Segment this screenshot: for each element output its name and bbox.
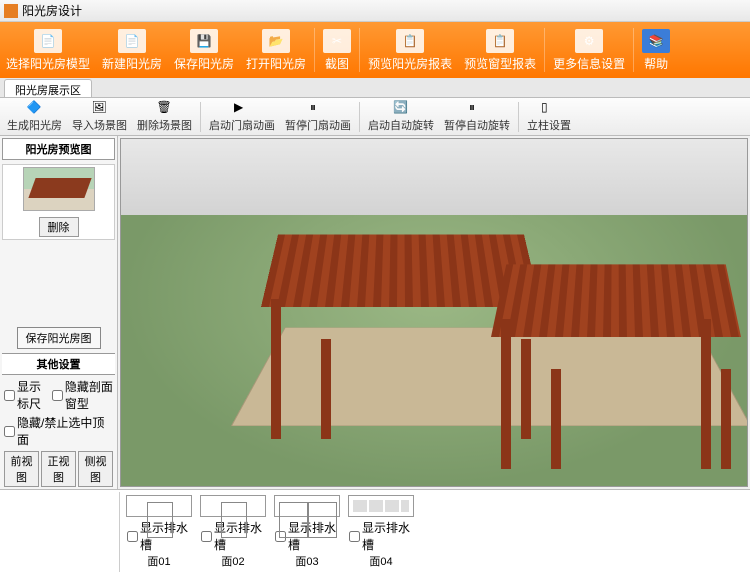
ribbon-preview-report[interactable]: 📋预览阳光房报表	[362, 24, 458, 76]
column-icon: ▯	[541, 100, 557, 116]
chk-ruler[interactable]: 显示标尺	[4, 378, 48, 412]
new-icon: 📄	[118, 29, 146, 53]
import-icon: 🖼	[92, 100, 108, 116]
generate-icon: 🔷	[27, 100, 43, 116]
ribbon-screenshot[interactable]: ✂截图	[317, 24, 357, 76]
tb-start-door-anim[interactable]: ▶启动门扇动画	[204, 99, 280, 134]
face-chk-drain[interactable]: 显示排水槽	[349, 519, 413, 553]
tab-strip: 阳光房展示区	[0, 78, 750, 98]
rotate-icon: 🔄	[393, 100, 409, 116]
pause-icon: ⏸	[469, 100, 485, 116]
tb-pause-rotate[interactable]: ⏸暂停自动旋转	[439, 99, 515, 134]
face-preview	[200, 495, 266, 517]
tb-generate[interactable]: 🔷生成阳光房	[2, 99, 67, 134]
face-preview	[274, 495, 340, 517]
thumbnail-box: 删除	[2, 164, 115, 240]
face-item-02[interactable]: 显示排水槽 面02	[198, 492, 268, 572]
delete-icon: 🗑	[157, 100, 173, 116]
tab-display-area[interactable]: 阳光房展示区	[4, 79, 92, 97]
save-icon: 💾	[190, 29, 218, 53]
ribbon-preview-window-report[interactable]: 📋预览窗型报表	[458, 24, 542, 76]
face-label: 面01	[147, 553, 170, 569]
tb-start-rotate[interactable]: 🔄启动自动旋转	[363, 99, 439, 134]
3d-viewport[interactable]	[120, 138, 748, 487]
ribbon-open[interactable]: 📂打开阳光房	[240, 24, 312, 76]
play-icon: ▶	[234, 100, 250, 116]
face-preview	[348, 495, 414, 517]
face-item-03[interactable]: 显示排水槽 面03	[272, 492, 342, 572]
tb-column-settings[interactable]: ▯立柱设置	[522, 99, 576, 134]
title-bar: 阳光房设计	[0, 0, 750, 22]
open-icon: 📂	[262, 29, 290, 53]
face-item-01[interactable]: 显示排水槽 面01	[124, 492, 194, 572]
btn-ortho-view[interactable]: 正视图	[41, 451, 76, 487]
pergola-model-2	[491, 229, 741, 469]
save-image-button[interactable]: 保存阳光房图	[17, 327, 101, 349]
tb-import-scene[interactable]: 🖼导入场景图	[67, 99, 132, 134]
ribbon-help[interactable]: 📚帮助	[636, 24, 676, 76]
tb-pause-door-anim[interactable]: ⏸暂停门扇动画	[280, 99, 356, 134]
report-icon: 📋	[486, 29, 514, 53]
preview-panel-title: 阳光房预览图	[2, 138, 115, 160]
other-settings-title: 其他设置	[2, 353, 115, 375]
face-label: 面04	[369, 553, 392, 569]
btn-side-view[interactable]: 侧视图	[78, 451, 113, 487]
face-item-04[interactable]: 显示排水槽 面04	[346, 492, 416, 572]
face-strip: 显示排水槽 面01 显示排水槽 面02 显示排水槽 面03 显示排水槽 面04	[0, 489, 750, 574]
settings-icon: ⚙	[575, 29, 603, 53]
face-label: 面03	[295, 553, 318, 569]
camera-icon: ✂	[323, 29, 351, 53]
document-icon: 📄	[34, 29, 62, 53]
app-icon	[4, 4, 18, 18]
delete-thumb-button[interactable]: 删除	[39, 217, 79, 237]
ribbon-select-model[interactable]: 📄选择阳光房模型	[0, 24, 96, 76]
secondary-toolbar: 🔷生成阳光房 🖼导入场景图 🗑删除场景图 ▶启动门扇动画 ⏸暂停门扇动画 🔄启动…	[0, 98, 750, 136]
chk-hide-selected[interactable]: 隐藏/禁止选中顶面	[4, 414, 113, 448]
btn-front-view[interactable]: 前视图	[4, 451, 39, 487]
face-label: 面02	[221, 553, 244, 569]
ribbon-more-settings[interactable]: ⚙更多信息设置	[547, 24, 631, 76]
face-preview	[126, 495, 192, 517]
pause-icon: ⏸	[310, 100, 326, 116]
thumbnail[interactable]	[23, 167, 95, 211]
ribbon-new[interactable]: 📄新建阳光房	[96, 24, 168, 76]
ribbon-toolbar: 📄选择阳光房模型 📄新建阳光房 💾保存阳光房 📂打开阳光房 ✂截图 📋预览阳光房…	[0, 22, 750, 78]
help-icon: 📚	[642, 29, 670, 53]
chk-hide-section[interactable]: 隐藏剖面窗型	[52, 378, 113, 412]
sidebar: 阳光房预览图 删除 保存阳光房图 其他设置 显示标尺 隐藏剖面窗型 隐藏/禁止选…	[0, 136, 118, 489]
tb-delete-scene[interactable]: 🗑删除场景图	[132, 99, 197, 134]
window-title: 阳光房设计	[22, 2, 82, 19]
ribbon-save[interactable]: 💾保存阳光房	[168, 24, 240, 76]
report-icon: 📋	[396, 29, 424, 53]
